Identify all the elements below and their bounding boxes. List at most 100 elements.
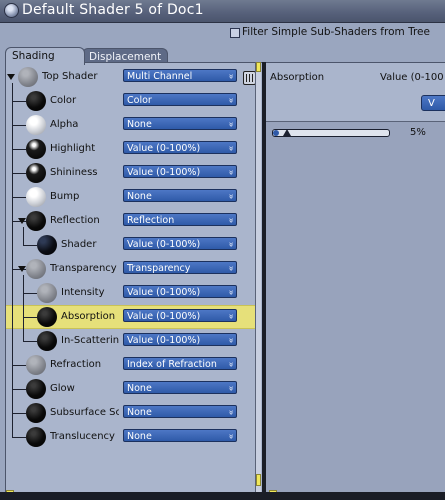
channel-type-select[interactable]: None » (123, 405, 237, 418)
shader-ball-icon (37, 331, 57, 351)
tree-connector (12, 197, 26, 198)
tree-row-shininess[interactable]: Shininess Value (0-100%) » (6, 161, 256, 185)
shader-ball-icon (26, 211, 46, 231)
chevron-down-icon: » (225, 121, 236, 128)
channel-type-select[interactable]: Value (0-100%) » (123, 237, 237, 250)
tree-row-refraction[interactable]: Refraction Index of Refraction » (6, 353, 256, 377)
tree-row-highlight[interactable]: Highlight Value (0-100%) » (6, 137, 256, 161)
shader-ball-icon (26, 91, 46, 111)
tree-row-translucency[interactable]: Translucency None » (6, 425, 256, 449)
shader-ball-icon (26, 403, 46, 423)
chevron-down-icon: » (225, 169, 236, 176)
bottom-scroll-bar[interactable] (0, 492, 445, 500)
channel-type-value: Value (0-100%) (127, 335, 201, 346)
disclosure-triangle-icon[interactable] (18, 218, 26, 224)
tree-row-absorption[interactable]: Absorption Value (0-100%) » (6, 305, 256, 329)
filter-subshaders-checkbox[interactable] (230, 28, 240, 38)
chevron-down-icon: » (225, 241, 236, 248)
shader-ball-icon (26, 139, 46, 159)
channel-type-select[interactable]: None » (123, 117, 237, 130)
absorption-slider-knob[interactable] (282, 129, 291, 136)
shader-ball-icon (26, 259, 46, 279)
channel-type-value: Value (0-100%) (127, 239, 201, 250)
chevron-down-icon: » (225, 313, 236, 320)
channel-type-value: Value (0-100%) (127, 143, 201, 154)
shader-ball-icon (26, 115, 46, 135)
tree-row-in-scattering[interactable]: In-Scattering Value (0-100%) » (6, 329, 256, 353)
tree-row-label: Subsurface Sc (50, 407, 119, 418)
shader-ball-icon (37, 235, 57, 255)
tree-row-intensity[interactable]: Intensity Value (0-100%) » (6, 281, 256, 305)
tree-row-reflection[interactable]: Reflection Reflection » (6, 209, 256, 233)
shader-ball-icon (26, 187, 46, 207)
tree-row-label: Transparency (50, 263, 117, 274)
chevron-down-icon: » (225, 289, 236, 296)
channel-type-value: None (127, 119, 152, 130)
tab-shading[interactable]: Shading (5, 47, 85, 65)
tree-row-label: Translucency (50, 431, 115, 442)
channel-detail-button[interactable]: V (421, 95, 445, 111)
chevron-down-icon: » (225, 97, 236, 104)
channel-type-select[interactable]: Color » (123, 93, 237, 106)
channel-type-value: Multi Channel (127, 71, 193, 82)
shader-ball-icon (26, 355, 46, 375)
channel-type-value: Color (127, 95, 152, 106)
chevron-down-icon: » (225, 385, 236, 392)
tree-row-subsurface-sc[interactable]: Subsurface Sc None » (6, 401, 256, 425)
tree-row-top-shader[interactable]: Top Shader Multi Channel » (6, 65, 256, 89)
tree-row-label: Refraction (50, 359, 102, 370)
window-title: Default Shader 5 of Doc1 (22, 2, 204, 18)
tree-row-label: Highlight (50, 143, 96, 154)
channel-type-select[interactable]: None » (123, 381, 237, 394)
disclosure-triangle-icon[interactable] (18, 266, 26, 272)
channel-type-select[interactable]: None » (123, 189, 237, 202)
tree-row-color[interactable]: Color Color » (6, 89, 256, 113)
tree-row-transparency[interactable]: Transparency Transparency » (6, 257, 256, 281)
tree-row-label: Shininess (50, 167, 98, 178)
chevron-down-icon: » (225, 265, 236, 272)
shader-ball-icon (18, 67, 38, 87)
channel-type-select[interactable]: Value (0-100%) » (123, 165, 237, 178)
channel-type-select[interactable]: Transparency » (123, 261, 237, 274)
filter-subshaders-label: Filter Simple Sub-Shaders from Tree (242, 26, 430, 38)
tree-row-shader[interactable]: Shader Value (0-100%) » (6, 233, 256, 257)
channel-type-select[interactable]: Value (0-100%) » (123, 141, 237, 154)
tree-scroll-thumb-bottom[interactable] (256, 474, 261, 486)
tree-row-label: Shader (61, 239, 97, 250)
tree-scrollbar[interactable] (255, 62, 261, 492)
absorption-slider-fill (273, 130, 279, 136)
tree-branch-line (23, 227, 24, 245)
tree-row-glow[interactable]: Glow None » (6, 377, 256, 401)
chevron-down-icon: » (225, 73, 236, 80)
tree-connector (12, 389, 26, 390)
channel-detail-header: Absorption Value (0-100 V (266, 63, 445, 122)
channel-type-value: Value (0-100%) (127, 311, 201, 322)
tree-trunk-line (12, 83, 13, 437)
channel-type-select[interactable]: Value (0-100%) » (123, 309, 237, 322)
channel-type-select[interactable]: Index of Refraction » (123, 357, 237, 370)
channel-type-value: None (127, 383, 152, 394)
tree-row-alpha[interactable]: Alpha None » (6, 113, 256, 137)
tree-row-label: Glow (50, 383, 75, 394)
channel-type-value: Value (0-100%) (127, 167, 201, 178)
tree-connector (12, 125, 26, 126)
tree-scroll-thumb-top[interactable] (256, 62, 261, 72)
channel-type-select[interactable]: Value (0-100%) » (123, 285, 237, 298)
disclosure-triangle-icon[interactable] (7, 74, 15, 80)
shader-tree-panel: Top Shader Multi Channel» Color Color» Alpha… (5, 62, 264, 494)
tree-row-label: In-Scattering (61, 335, 119, 346)
channel-type-select[interactable]: Multi Channel » (123, 69, 237, 82)
tree-connector (12, 149, 26, 150)
channel-type-select[interactable]: Reflection » (123, 213, 237, 226)
channel-type-value: Transparency (127, 263, 191, 274)
chevron-down-icon: » (225, 193, 236, 200)
chevron-down-icon: » (225, 217, 236, 224)
channel-type-value: None (127, 431, 152, 442)
shader-ball-icon (26, 163, 46, 183)
channel-type-select[interactable]: Value (0-100%) » (123, 333, 237, 346)
tree-row-bump[interactable]: Bump None » (6, 185, 256, 209)
absorption-slider[interactable] (272, 129, 390, 137)
channel-type-value: Value (0-100%) (127, 287, 201, 298)
channel-type-select[interactable]: None » (123, 429, 237, 442)
channel-type-value: Reflection (127, 215, 175, 226)
